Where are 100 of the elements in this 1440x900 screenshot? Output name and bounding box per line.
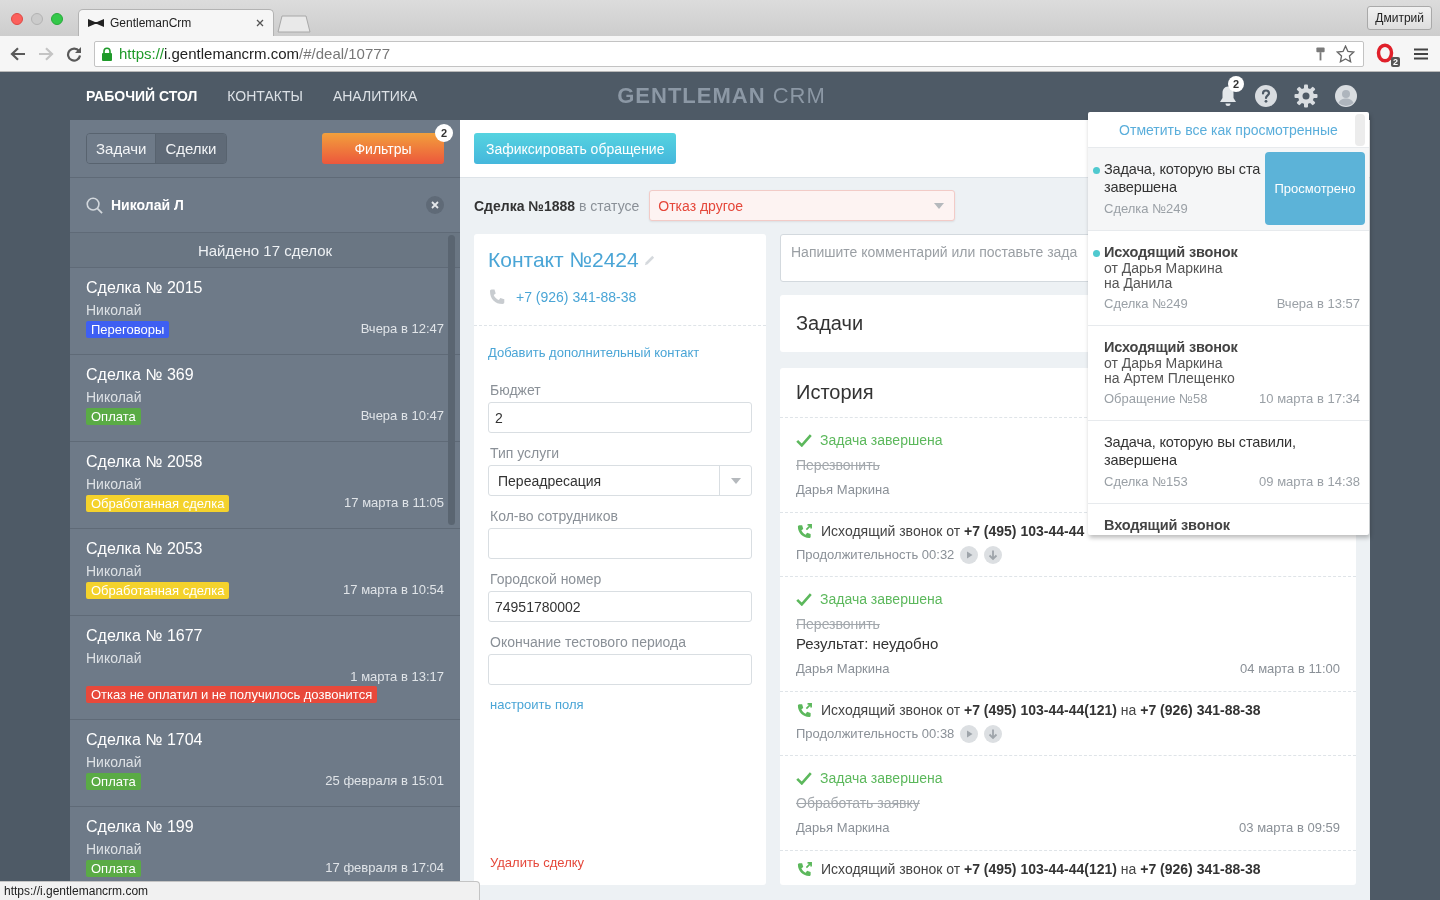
field-label: Кол-во сотрудников	[490, 507, 618, 525]
entry-time: 03 марта в 09:59	[1239, 819, 1340, 837]
deal-title[interactable]: Сделка № 1704	[86, 730, 203, 750]
status-tag: Обработанная сделка	[86, 581, 230, 599]
close-window-icon[interactable]	[11, 13, 23, 25]
browser-tab[interactable]: GentlemanCrm	[78, 9, 274, 36]
tasks-heading: Задачи	[796, 312, 864, 335]
notification-source: Сделка №249	[1104, 200, 1188, 218]
scrollbar-thumb[interactable]	[1355, 114, 1365, 146]
phone-link[interactable]: +7 (926) 341-88-38	[516, 287, 637, 307]
settings-icon[interactable]	[1294, 84, 1318, 108]
nav-link[interactable]: КОНТАКТЫ	[227, 88, 303, 104]
field-label: Городской номер	[490, 570, 602, 588]
play-icon[interactable]	[960, 725, 979, 743]
task-status: Задача завершена	[820, 431, 943, 450]
minimize-window-icon[interactable]	[31, 13, 43, 25]
check-icon	[796, 592, 812, 606]
profile-button[interactable]: Дмитрий	[1367, 6, 1432, 30]
delete-deal-link[interactable]: Удалить сделку	[490, 854, 585, 872]
task-name: Обработать заявку	[796, 794, 920, 813]
back-icon[interactable]	[10, 46, 26, 61]
filter-count-badge: 2	[435, 124, 453, 142]
segment-tab[interactable]: Сделки	[155, 134, 226, 163]
pencil-icon[interactable]	[642, 253, 656, 267]
notification-time: 10 марта в 17:34	[1259, 390, 1360, 408]
deal-contact: Николай	[86, 753, 142, 771]
entry-time: 04 марта в 11:00	[1240, 660, 1340, 678]
phone-icon	[488, 288, 506, 306]
address-field[interactable]: https://i.gentlemancrm.com/#/deal/10777	[94, 40, 1364, 67]
notification-title: Задача, которую вы ста завершена	[1104, 160, 1261, 196]
results-count: Найдено 17 сделок	[197, 241, 333, 259]
bowtie-icon	[88, 19, 104, 27]
notification-item[interactable]: Задача, которую вы ста завершена Сделка №249 Просмотрено	[1088, 148, 1369, 231]
deal-title[interactable]: Сделка № 369	[86, 365, 194, 385]
status-tag: Оплата	[86, 407, 141, 425]
ring-icon[interactable]	[1376, 42, 1394, 63]
lock-icon	[101, 46, 113, 61]
history-heading: История	[796, 381, 874, 404]
check-icon	[796, 771, 812, 785]
contact-title[interactable]: Контакт №2424	[488, 247, 639, 273]
avatar-icon[interactable]	[1335, 85, 1357, 107]
field-label: Тип услуги	[490, 444, 560, 462]
status-url: https://i.gentlemancrm.com	[0, 881, 480, 900]
deal-time: 17 февраля в 17:04	[325, 859, 444, 877]
configure-fields-link[interactable]: настроить поля	[490, 696, 584, 714]
check-icon	[796, 433, 812, 447]
status-tag: Обработанная сделка	[86, 494, 230, 512]
play-icon[interactable]	[960, 546, 979, 564]
deal-title[interactable]: Сделка № 2053	[86, 539, 203, 559]
call-duration: Продолжительность 00:32	[796, 546, 955, 564]
nav-link[interactable]: РАБОЧИЙ СТОЛ	[86, 88, 198, 104]
notification-source: Сделка №153	[1104, 473, 1188, 491]
pin-icon[interactable]	[1315, 45, 1326, 62]
call-description: Исходящий звонок от +7 (495) 103-44-44(121) на +7 (926) 341-88-38	[821, 860, 1261, 879]
mark-all-read-link[interactable]: Отметить все как просмотренные	[1119, 121, 1338, 138]
notification-item[interactable]: Исходящий звонок от Дарья Маркина на Данила Сделка №249 Вчера в 13:57	[1088, 231, 1369, 326]
caret-icon	[934, 202, 945, 209]
clear-icon[interactable]	[426, 196, 444, 214]
notification-item[interactable]: Задача, которую вы ставили, завершена Сделка №153 09 марта в 14:38	[1088, 421, 1369, 504]
download-icon[interactable]	[984, 546, 1003, 564]
notification-item[interactable]: Входящий звонок	[1088, 504, 1369, 535]
menu-icon[interactable]	[1414, 47, 1428, 60]
notification-item[interactable]: Исходящий звонок от Дарья Маркина на Артем Плещенко Обращение №58 10 марта в 17:34	[1088, 326, 1369, 421]
deal-title[interactable]: Сделка № 2058	[86, 452, 203, 472]
download-icon[interactable]	[984, 725, 1003, 743]
deal-title[interactable]: Сделка № 2015	[86, 278, 203, 298]
logo: GENTLEMAN CRM	[617, 83, 826, 109]
search-icon	[86, 196, 103, 214]
input-field[interactable]: 2	[488, 402, 752, 433]
search-field[interactable]: Николай Л	[111, 195, 418, 215]
new-tab-icon[interactable]	[277, 15, 311, 33]
status-tag: Оплата	[86, 859, 141, 877]
call-duration: Продолжительность 00:38	[796, 725, 955, 743]
outgoing-call-icon	[796, 860, 813, 878]
deal-time: 17 марта в 10:54	[343, 581, 444, 599]
caret-icon	[730, 477, 741, 484]
deal-title[interactable]: Сделка № 1677	[86, 626, 203, 646]
zoom-window-icon[interactable]	[51, 13, 63, 25]
task-status: Задача завершена	[820, 769, 943, 788]
select-field[interactable]: Переадресация	[488, 465, 752, 496]
nav-link[interactable]: АНАЛИТИКА	[332, 88, 418, 104]
help-icon[interactable]	[1255, 85, 1277, 107]
input-field[interactable]: 74951780002	[488, 591, 752, 622]
notification-time: Вчера в 13:57	[1276, 295, 1360, 313]
deal-heading: Сделка №1888 в статусе	[474, 197, 640, 214]
notification-badge: 2	[1228, 76, 1244, 92]
mark-viewed-button[interactable]: Просмотрено	[1265, 152, 1365, 225]
outgoing-call-icon	[796, 701, 813, 719]
deal-contact: Николай	[86, 562, 142, 580]
author-name: Дарья Маркина	[796, 819, 890, 837]
input-field[interactable]	[488, 528, 752, 559]
star-icon[interactable]	[1336, 44, 1355, 63]
deal-contact: Николай	[86, 388, 142, 406]
close-icon[interactable]	[256, 19, 264, 27]
deal-title[interactable]: Сделка № 199	[86, 817, 194, 837]
add-contact-link[interactable]: Добавить дополнительный контакт	[488, 344, 700, 362]
notification-detail: от Дарья Маркина	[1104, 261, 1223, 276]
reload-icon[interactable]	[66, 45, 82, 62]
status-select[interactable]: Отказ другое	[649, 190, 956, 221]
input-field[interactable]	[488, 654, 752, 685]
